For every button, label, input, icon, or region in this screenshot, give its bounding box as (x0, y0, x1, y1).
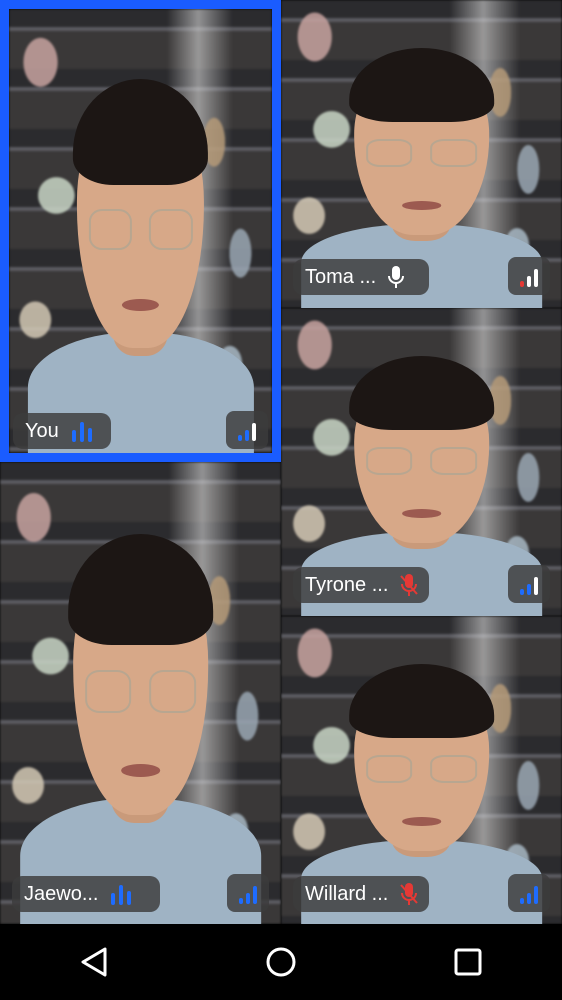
video-tile-willard[interactable]: Willard ... (281, 616, 562, 924)
microphone-icon (386, 265, 406, 289)
participant-name: Toma ... (305, 265, 377, 288)
video-tile-you[interactable]: You (0, 0, 281, 462)
name-label: Tyrone ... (293, 567, 429, 603)
navigation-bar (0, 924, 562, 1000)
participant-name: Willard ... (305, 882, 389, 905)
home-icon[interactable] (251, 932, 311, 992)
participant-name: You (25, 419, 59, 442)
name-label: Toma ... (293, 259, 429, 295)
signal-strength-icon (508, 257, 550, 295)
video-tile-jaewo[interactable]: Jaewo... (0, 462, 281, 924)
audio-level-icon (69, 418, 95, 444)
video-tile-toma[interactable]: Toma ... (281, 0, 562, 308)
signal-strength-icon (508, 565, 550, 603)
participant-video (27, 62, 254, 453)
participant-name: Tyrone ... (305, 573, 389, 596)
name-label: You (13, 413, 111, 449)
video-tile-tyrone[interactable]: Tyrone ... (281, 308, 562, 616)
signal-strength-icon (226, 411, 268, 449)
back-icon[interactable] (64, 932, 124, 992)
participant-video (19, 517, 262, 924)
signal-strength-icon (508, 874, 550, 912)
audio-level-icon (108, 881, 134, 907)
signal-strength-icon (227, 874, 269, 912)
microphone-muted-icon (398, 882, 420, 906)
participant-name: Jaewo... (24, 882, 99, 905)
recents-icon[interactable] (438, 932, 498, 992)
microphone-muted-icon (398, 573, 420, 597)
name-label: Willard ... (293, 876, 429, 912)
name-label: Jaewo... (12, 876, 160, 912)
